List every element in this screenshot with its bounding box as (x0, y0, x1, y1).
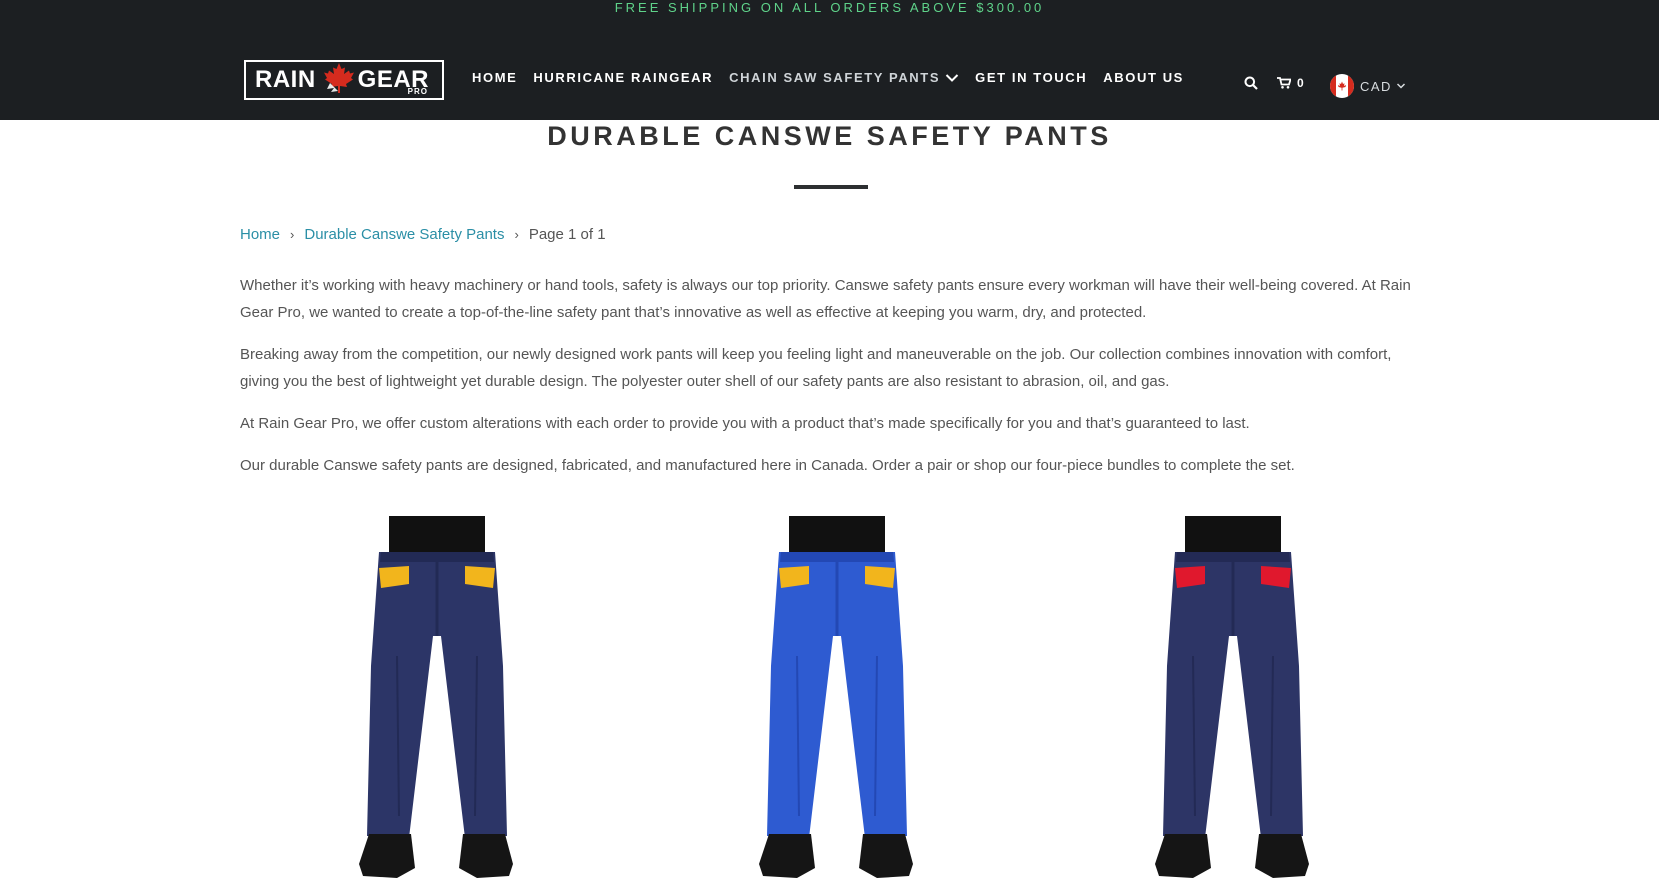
nav-item-about-us[interactable]: ABOUT US (1103, 70, 1184, 85)
chevron-right-icon: › (514, 227, 519, 242)
site-header: FREE SHIPPING ON ALL ORDERS ABOVE $300.0… (0, 0, 1659, 120)
page-title: DURABLE CANSWE SAFETY PANTS (547, 121, 1112, 151)
chevron-down-icon (1396, 83, 1405, 89)
product-image[interactable] (737, 516, 937, 891)
logo-rain-text: RAIN (255, 66, 316, 93)
chevron-down-icon (945, 73, 959, 82)
product-card[interactable] (737, 516, 937, 891)
description-paragraph: Breaking away from the competition, our … (240, 346, 1392, 390)
product-image[interactable] (337, 516, 537, 891)
nav-item-get-in-touch[interactable]: GET IN TOUCH (975, 70, 1087, 85)
breadcrumb: Home › Durable Canswe Safety Pants › Pag… (240, 226, 606, 243)
logo-pro-text: PRO (407, 87, 428, 96)
cart-button[interactable]: 0 (1277, 76, 1304, 90)
search-icon[interactable] (1244, 76, 1258, 90)
maple-leaf-icon (322, 61, 356, 100)
cart-icon (1277, 77, 1291, 89)
breadcrumb-collection-link[interactable]: Durable Canswe Safety Pants (304, 226, 504, 243)
nav-item-chain-saw-safety-pants-label: CHAIN SAW SAFETY PANTS (729, 70, 941, 85)
breadcrumb-page-indicator: Page 1 of 1 (528, 226, 606, 243)
currency-code: CAD (1360, 78, 1392, 94)
nav-item-chain-saw-safety-pants[interactable]: CHAIN SAW SAFETY PANTS (729, 70, 959, 85)
canada-flag-icon (1330, 74, 1354, 98)
product-card[interactable] (337, 516, 537, 891)
product-card[interactable] (1133, 516, 1333, 891)
breadcrumb-home-link[interactable]: Home (240, 226, 280, 243)
description-paragraph: Whether it’s working with heavy machiner… (240, 277, 1411, 321)
description-paragraph: At Rain Gear Pro, we offer custom altera… (240, 415, 1250, 432)
currency-selector[interactable]: CAD (1330, 74, 1406, 98)
rain-gear-pro-logo[interactable]: RAIN GEAR PRO (244, 60, 444, 100)
chevron-right-icon: › (290, 227, 295, 242)
product-image[interactable] (1133, 516, 1333, 891)
nav-item-home[interactable]: HOME (472, 70, 517, 85)
description-paragraph: Our durable Canswe safety pants are desi… (240, 457, 1295, 474)
main-navigation: HOME HURRICANE RAINGEAR CHAIN SAW SAFETY… (472, 70, 1200, 85)
free-shipping-banner: FREE SHIPPING ON ALL ORDERS ABOVE $300.0… (614, 0, 1045, 15)
title-divider (794, 185, 868, 189)
collection-description: Whether it’s working with heavy machiner… (240, 272, 1430, 494)
nav-item-hurricane-raingear[interactable]: HURRICANE RAINGEAR (533, 70, 713, 85)
cart-count: 0 (1297, 76, 1304, 90)
